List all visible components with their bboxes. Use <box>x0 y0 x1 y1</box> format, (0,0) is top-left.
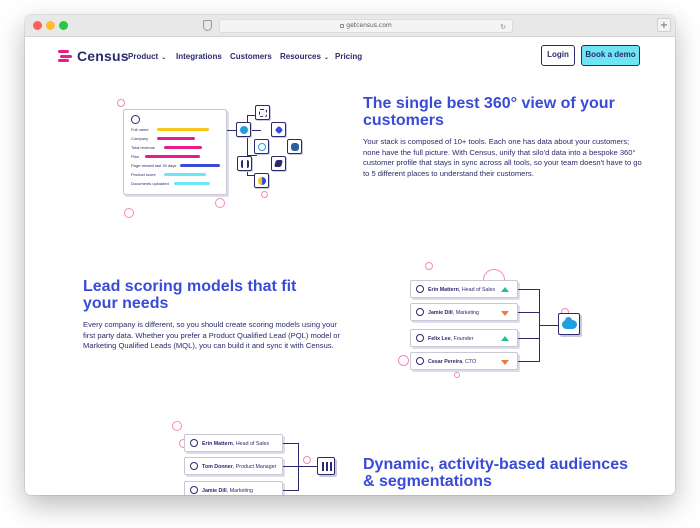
user-icon <box>416 285 424 293</box>
user-icon <box>416 357 424 365</box>
section1-heading: The single best 360° view of your custom… <box>363 95 615 129</box>
user-icon <box>190 462 198 470</box>
customer-profile-card: Full name Company Total revenue Plan Pag… <box>123 109 227 195</box>
census-logo[interactable]: Census <box>58 48 129 64</box>
browser-toolbar: getcensus.com ↻ + <box>25 15 675 37</box>
minimize-window-button[interactable] <box>46 21 55 30</box>
zoom-window-button[interactable] <box>59 21 68 30</box>
field-label: Page viewed last 30 days <box>131 163 177 168</box>
section3-heading: Dynamic, activity-based audiences & segm… <box>363 456 628 490</box>
field-label: Full name <box>131 127 149 132</box>
trend-down-icon <box>501 360 509 365</box>
user-icon <box>416 308 424 316</box>
lead-row: Cesar Pereira, CTO <box>410 352 518 370</box>
section2-heading: Lead scoring models that fit your needs <box>83 278 297 312</box>
gear-app-icon <box>254 139 269 154</box>
dropbox-icon <box>271 122 286 137</box>
zendesk-icon <box>271 156 286 171</box>
address-bar[interactable]: getcensus.com ↻ <box>219 19 513 33</box>
field-label: Documents uploaded <box>131 181 169 186</box>
field-label: Plan <box>131 154 140 159</box>
trend-down-icon <box>501 311 509 316</box>
postgres-icon <box>287 139 302 154</box>
site-header: Census Product ⌄ Integrations Customers R… <box>25 37 675 79</box>
brand-name: Census <box>77 48 129 64</box>
salesforce-icon <box>558 313 580 335</box>
login-button[interactable]: Login <box>541 45 575 66</box>
user-icon <box>131 115 140 124</box>
segment-icon <box>254 173 269 188</box>
trend-up-icon <box>501 287 509 292</box>
url-text: getcensus.com <box>346 22 392 29</box>
privacy-shield-icon[interactable] <box>203 20 212 31</box>
nav-resources[interactable]: Resources ⌄ <box>280 52 329 61</box>
user-icon <box>190 486 198 494</box>
chevron-down-icon: ⌄ <box>323 55 329 61</box>
field-label: Total revenue <box>131 145 156 150</box>
browser-window: getcensus.com ↻ + Census Product ⌄ Integr… <box>25 15 675 495</box>
hubspot-icon <box>255 105 270 120</box>
book-demo-button[interactable]: Book a demo <box>581 45 640 66</box>
audience-row: Jamie Dill, Marketing <box>184 481 283 495</box>
trend-up-icon <box>501 336 509 341</box>
nav-integrations[interactable]: Integrations <box>176 52 222 61</box>
user-icon <box>190 439 198 447</box>
user-icon <box>416 334 424 342</box>
audience-row: Erin Mattern, Head of Sales <box>184 434 283 452</box>
census-bars-icon <box>237 156 252 171</box>
nav-pricing[interactable]: Pricing <box>335 52 362 61</box>
salesforce-icon <box>236 122 251 137</box>
lead-row: Erin Mattern, Head of Sales <box>410 280 518 298</box>
section1-body: Your stack is composed of 10+ tools. Eac… <box>363 137 642 178</box>
field-label: Company <box>131 136 149 141</box>
reload-icon[interactable]: ↻ <box>500 21 506 33</box>
nav-customers[interactable]: Customers <box>230 52 272 61</box>
chevron-down-icon: ⌄ <box>161 55 167 61</box>
close-window-button[interactable] <box>33 21 42 30</box>
lock-icon <box>340 23 345 28</box>
section2-body: Every company is different, so you shoul… <box>83 320 341 350</box>
census-bars-icon <box>317 457 335 475</box>
census-logo-icon <box>58 49 72 63</box>
lead-row: Jamie Dill, Marketing <box>410 303 518 321</box>
new-tab-button[interactable]: + <box>657 18 671 32</box>
nav-product[interactable]: Product ⌄ <box>128 52 166 61</box>
lead-row: Felix Lee, Founder <box>410 329 518 347</box>
audience-row: Tom Donner, Product Manager <box>184 457 283 475</box>
field-label: Product score <box>131 172 156 177</box>
